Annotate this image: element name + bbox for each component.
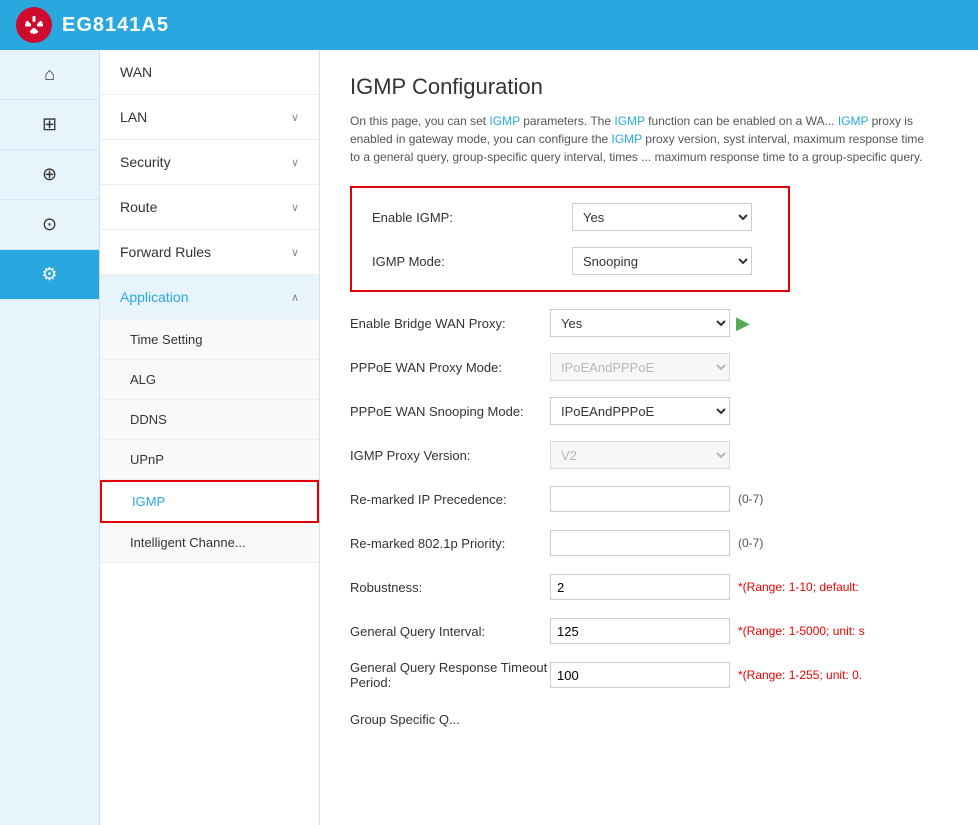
nav-sub-item-igmp-label: IGMP: [132, 494, 165, 509]
main-layout: ⌂ ⊞ ⊕ ⊙ ⚙ WAN LAN ∨ Security ∨ Route ∨: [0, 50, 978, 825]
security-icon: ⊕: [42, 164, 57, 185]
enable-igmp-row: Enable IGMP: Yes No: [372, 202, 768, 232]
nav-sub-item-intelligent-channel-label: Intelligent Channe...: [130, 535, 246, 550]
enable-igmp-label: Enable IGMP:: [372, 210, 572, 225]
nav-sub-item-ddns[interactable]: DDNS: [100, 400, 319, 440]
nav-item-security-label: Security: [120, 154, 171, 170]
huawei-logo-icon: [16, 7, 52, 43]
re-marked-ip-input[interactable]: [550, 486, 730, 512]
general-query-response-label: General Query Response Timeout Period:: [350, 660, 550, 690]
system-icon: ⊞: [42, 114, 57, 135]
pppoe-wan-proxy-label: PPPoE WAN Proxy Mode:: [350, 360, 550, 375]
settings-icon: ⚙: [41, 264, 57, 285]
re-marked-8021p-hint: (0-7): [738, 536, 763, 550]
robustness-row: Robustness: 2 *(Range: 1-10; default:: [350, 572, 948, 602]
general-query-response-hint: *(Range: 1-255; unit: 0.: [738, 668, 862, 682]
robustness-input[interactable]: 2: [550, 574, 730, 600]
header: EG8141A5: [0, 0, 978, 50]
general-query-interval-label: General Query Interval:: [350, 624, 550, 639]
nav-item-forward-rules[interactable]: Forward Rules ∨: [100, 230, 319, 275]
sidebar-item-route[interactable]: ⊙: [0, 200, 99, 250]
enable-bridge-wan-select[interactable]: Yes No: [550, 309, 730, 337]
re-marked-8021p-label: Re-marked 802.1p Priority:: [350, 536, 550, 551]
nav-sub-item-alg-label: ALG: [130, 372, 156, 387]
sidebar: ⌂ ⊞ ⊕ ⊙ ⚙: [0, 50, 100, 825]
pppoe-wan-snooping-select[interactable]: IPoEAndPPPoE IPoEOnly PPPoEOnly: [550, 397, 730, 425]
chevron-up-icon: ∧: [291, 291, 299, 304]
nav-item-lan-label: LAN: [120, 109, 147, 125]
re-marked-ip-row: Re-marked IP Precedence: (0-7): [350, 484, 948, 514]
igmp-link4[interactable]: IGMP: [612, 132, 642, 146]
igmp-link3[interactable]: IGMP: [838, 114, 868, 128]
nav-item-application-label: Application: [120, 289, 189, 305]
nav-item-application[interactable]: Application ∧: [100, 275, 319, 320]
general-query-response-row: General Query Response Timeout Period: 1…: [350, 660, 948, 690]
pppoe-wan-snooping-label: PPPoE WAN Snooping Mode:: [350, 404, 550, 419]
nav-sub-item-ddns-label: DDNS: [130, 412, 167, 427]
igmp-proxy-version-label: IGMP Proxy Version:: [350, 448, 550, 463]
page-description: On this page, you can set IGMP parameter…: [350, 112, 930, 166]
logo-area: EG8141A5: [16, 7, 169, 43]
nav-sub-item-upnp[interactable]: UPnP: [100, 440, 319, 480]
robustness-hint: *(Range: 1-10; default:: [738, 580, 859, 594]
enable-bridge-wan-row: Enable Bridge WAN Proxy: Yes No ▶: [350, 308, 948, 338]
sidebar-item-security[interactable]: ⊕: [0, 150, 99, 200]
nav-item-forward-rules-label: Forward Rules: [120, 244, 211, 260]
sidebar-item-settings[interactable]: ⚙: [0, 250, 99, 300]
chevron-down-icon: ∨: [291, 246, 299, 259]
group-specific-query-row: Group Specific Q...: [350, 704, 948, 734]
igmp-highlight-box: Enable IGMP: Yes No IGMP Mode: Snooping …: [350, 186, 790, 292]
nav-sub-item-igmp[interactable]: IGMP: [100, 480, 319, 523]
pppoe-wan-proxy-row: PPPoE WAN Proxy Mode: IPoEAndPPPoE IPoEO…: [350, 352, 948, 382]
header-title: EG8141A5: [62, 14, 169, 37]
nav-panel: WAN LAN ∨ Security ∨ Route ∨ Forward Rul…: [100, 50, 320, 825]
re-marked-8021p-row: Re-marked 802.1p Priority: (0-7): [350, 528, 948, 558]
igmp-link[interactable]: IGMP: [489, 114, 519, 128]
nav-item-lan[interactable]: LAN ∨: [100, 95, 319, 140]
re-marked-ip-hint: (0-7): [738, 492, 763, 506]
content-area: IGMP Configuration On this page, you can…: [320, 50, 978, 825]
igmp-link2[interactable]: IGMP: [614, 114, 644, 128]
nav-sub-item-upnp-label: UPnP: [130, 452, 164, 467]
sidebar-item-system[interactable]: ⊞: [0, 100, 99, 150]
igmp-mode-label: IGMP Mode:: [372, 254, 572, 269]
group-specific-query-label: Group Specific Q...: [350, 712, 550, 727]
general-query-interval-row: General Query Interval: 125 *(Range: 1-5…: [350, 616, 948, 646]
igmp-mode-row: IGMP Mode: Snooping Proxy: [372, 246, 768, 276]
pppoe-wan-proxy-select[interactable]: IPoEAndPPPoE IPoEOnly PPPoEOnly: [550, 353, 730, 381]
general-query-interval-input[interactable]: 125: [550, 618, 730, 644]
nav-item-route-label: Route: [120, 199, 157, 215]
pppoe-wan-snooping-row: PPPoE WAN Snooping Mode: IPoEAndPPPoE IP…: [350, 396, 948, 426]
page-title: IGMP Configuration: [350, 74, 948, 100]
nav-sub-item-time-setting[interactable]: Time Setting: [100, 320, 319, 360]
chevron-down-icon: ∨: [291, 156, 299, 169]
general-query-interval-hint: *(Range: 1-5000; unit: s: [738, 624, 865, 638]
nav-item-security[interactable]: Security ∨: [100, 140, 319, 185]
igmp-proxy-version-row: IGMP Proxy Version: V2 V3: [350, 440, 948, 470]
chevron-down-icon: ∨: [291, 111, 299, 124]
nav-item-wan[interactable]: WAN: [100, 50, 319, 95]
nav-sub-item-time-setting-label: Time Setting: [130, 332, 203, 347]
nav-item-wan-label: WAN: [120, 64, 152, 80]
re-marked-8021p-input[interactable]: [550, 530, 730, 556]
nav-sub-item-intelligent-channel[interactable]: Intelligent Channe...: [100, 523, 319, 563]
sidebar-item-home[interactable]: ⌂: [0, 50, 99, 100]
chevron-down-icon: ∨: [291, 201, 299, 214]
enable-bridge-wan-label: Enable Bridge WAN Proxy:: [350, 316, 550, 331]
general-query-response-input[interactable]: 100: [550, 662, 730, 688]
robustness-label: Robustness:: [350, 580, 550, 595]
route-icon: ⊙: [42, 214, 57, 235]
igmp-proxy-version-select[interactable]: V2 V3: [550, 441, 730, 469]
nav-item-route[interactable]: Route ∨: [100, 185, 319, 230]
igmp-mode-select[interactable]: Snooping Proxy: [572, 247, 752, 275]
nav-sub-item-alg[interactable]: ALG: [100, 360, 319, 400]
home-icon: ⌂: [44, 64, 55, 85]
re-marked-ip-label: Re-marked IP Precedence:: [350, 492, 550, 507]
enable-igmp-select[interactable]: Yes No: [572, 203, 752, 231]
